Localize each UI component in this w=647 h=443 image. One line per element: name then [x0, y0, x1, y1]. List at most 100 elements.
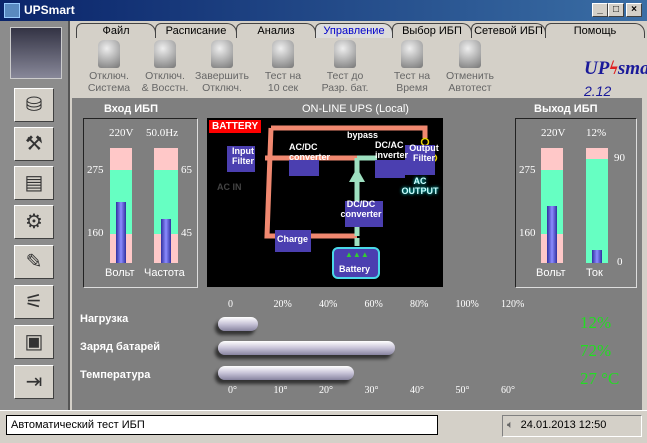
output-voltage-value: 220V	[541, 127, 566, 139]
battery-charge-bar	[218, 341, 395, 355]
battery-charge-label: Заряд батарей	[80, 341, 161, 353]
input-gauges: 220V 50.0Hz 275 160 65 45 Вольт Частота	[83, 118, 198, 288]
battery-charge-value: 72%	[580, 341, 612, 360]
minimize-button[interactable]: _	[592, 3, 608, 17]
gauge-label: Частота	[144, 267, 185, 279]
speaker-icon[interactable]: 🔈︎	[507, 419, 514, 431]
diagram-title: ON-LINE UPS (Local)	[302, 103, 409, 115]
scale-label: 275	[519, 164, 536, 176]
output-current-value: 12%	[586, 127, 607, 139]
gauge-label: Вольт	[536, 267, 566, 279]
input-voltage-value: 220V	[109, 127, 134, 139]
status-clock: 🔈︎ 24.01.2013 12:50	[502, 415, 642, 437]
input-frequency-value: 50.0Hz	[146, 127, 179, 139]
bypass-label: bypass	[347, 130, 379, 140]
percent-tick: 20%	[273, 299, 292, 310]
ac-output-label: AC OUTPUT	[401, 176, 439, 196]
shutdown-restore-button[interactable]: Отключ. & Восстн.	[135, 40, 195, 94]
ups-gear-icon	[98, 40, 120, 68]
input-frequency-bar	[161, 219, 171, 263]
scale-label: 45	[181, 227, 192, 239]
ups-gear-icon	[401, 40, 423, 68]
settings-icon-button[interactable]: ⚟	[14, 285, 54, 319]
input-frequency-gauge	[154, 148, 178, 263]
load-value: 12%	[580, 313, 612, 332]
scale-label: 275	[87, 164, 104, 176]
output-filter-label: Output Filter	[409, 143, 439, 163]
app-logo	[10, 27, 62, 79]
ups-gear-icon	[459, 40, 481, 68]
temperature-bar	[218, 366, 354, 380]
datetime: 24.01.2013 12:50	[520, 419, 607, 431]
temperature-tick: 30°	[364, 385, 379, 396]
load-label: Нагрузка	[80, 313, 129, 325]
brand-logo: UPϟsmartV 2.12	[584, 58, 647, 99]
finish-shutdown-button[interactable]: Завершить Отключ.	[192, 40, 252, 94]
device-icon-button[interactable]: ⚙	[14, 205, 54, 239]
percent-tick: 120%	[501, 299, 525, 310]
status-bar: Автоматический тест ИБП 🔈︎ 24.01.2013 12…	[0, 410, 647, 443]
ups-diagram: BATTERY bypass Input Filter AC/DC conver…	[207, 118, 443, 287]
acdc-label: AC/DC converter	[289, 142, 331, 162]
temperature-tick: 0°	[228, 385, 237, 396]
gauge-label: Вольт	[105, 267, 135, 279]
window-title: UPSmart	[24, 3, 75, 17]
temperature-tick: 60°	[501, 385, 515, 396]
output-voltage-bar	[547, 205, 557, 263]
ac-in-label: AC IN	[217, 182, 242, 192]
card-icon-button[interactable]: ▤	[14, 166, 54, 200]
status-panel: Вход ИБП ON-LINE UPS (Local) Выход ИБП 2…	[72, 98, 642, 410]
input-voltage-gauge	[110, 148, 132, 263]
ups-icon-button[interactable]: ⛁	[14, 88, 54, 122]
cancel-autotest-button[interactable]: Отменить Автотест	[440, 40, 500, 94]
battery-arrows-icon: ▲▲▲	[345, 250, 369, 259]
tab-bar: Файл Расписание Анализ Управление Выбор …	[72, 21, 647, 40]
ups-gear-icon	[334, 40, 356, 68]
exit-icon-button[interactable]: ⇥	[14, 365, 54, 399]
temperature-value: 27 °C	[580, 369, 620, 388]
notepad-icon-button[interactable]: ✎	[14, 245, 54, 279]
test-discharge-button[interactable]: Тест до Разр. бат.	[315, 40, 375, 94]
charge-label: Charge	[277, 234, 309, 244]
ups-gear-icon	[154, 40, 176, 68]
scale-label: 90	[614, 152, 625, 164]
temperature-tick: 10°	[273, 385, 288, 396]
scale-label: 0	[617, 256, 623, 268]
dcdc-label: DC/DC converter	[340, 199, 382, 219]
input-filter-label: Input Filter	[231, 146, 254, 166]
output-current-bar	[592, 250, 602, 263]
input-voltage-bar	[116, 202, 126, 263]
percent-tick: 60%	[364, 299, 383, 310]
scale-label: 160	[519, 227, 536, 239]
status-message: Автоматический тест ИБП	[6, 415, 438, 435]
close-button[interactable]: ×	[626, 3, 642, 17]
output-voltage-gauge	[541, 148, 563, 263]
sidebar: ⛁ ⚒ ▤ ⚙ ✎ ⚟ ▣ ⇥	[0, 21, 70, 411]
output-gauges: 220V 12% 275 160 90 0 Вольт Ток	[515, 118, 637, 288]
app-icon	[4, 3, 20, 18]
gauge-label: Ток	[586, 267, 603, 279]
output-title: Выход ИБП	[534, 103, 598, 115]
title-bar: UPSmart _ □ ×	[0, 0, 647, 21]
input-title: Вход ИБП	[104, 103, 158, 115]
shutdown-system-button[interactable]: Отключ. Система	[79, 40, 139, 94]
percent-tick: 0	[228, 299, 233, 310]
temperature-tick: 40°	[410, 385, 424, 396]
battery-label: Battery	[339, 264, 371, 274]
mode-badge: BATTERY	[209, 120, 262, 133]
temperature-tick: 20°	[319, 385, 333, 396]
temperature-label: Температура	[80, 369, 151, 381]
test-time-button[interactable]: Тест на Время	[382, 40, 442, 94]
percent-tick: 40%	[319, 299, 338, 310]
maximize-button[interactable]: □	[608, 3, 624, 17]
test-10sec-button[interactable]: Тест на 10 сек	[253, 40, 313, 94]
output-current-gauge	[586, 148, 608, 263]
book-icon-button[interactable]: ▣	[14, 325, 54, 359]
ups-gear-icon	[272, 40, 294, 68]
toolbar: Отключ. Система Отключ. & Восстн. Завершит…	[72, 38, 647, 99]
tools-icon-button[interactable]: ⚒	[14, 127, 54, 161]
load-bar	[218, 317, 258, 331]
percent-tick: 100%	[455, 299, 479, 310]
ups-gear-icon	[211, 40, 233, 68]
scale-label: 65	[181, 164, 192, 176]
